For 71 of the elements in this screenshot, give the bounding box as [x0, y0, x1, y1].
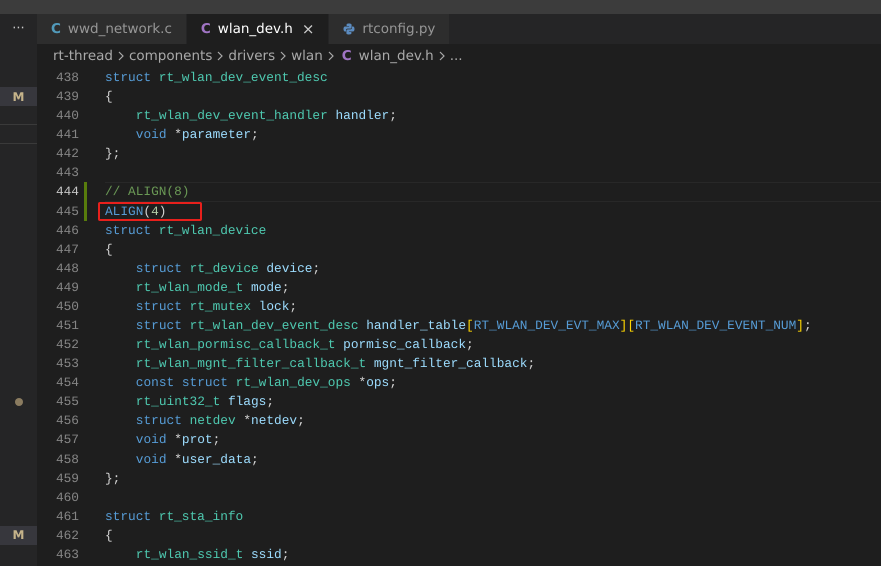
- breadcrumb-item[interactable]: ...: [450, 46, 463, 66]
- breadcrumb-item[interactable]: rt-thread: [53, 46, 113, 66]
- line-number: 461: [54, 508, 79, 526]
- line-number: 439: [54, 88, 79, 106]
- breadcrumb-item[interactable]: drivers: [228, 46, 276, 66]
- chevron-right-icon: [116, 51, 125, 61]
- code-line: rt_wlan_mgnt_filter_callback_t mgnt_filter_callback;: [136, 355, 536, 374]
- line-number: 441: [54, 126, 79, 144]
- code-line: rt_wlan_pormisc_callback_t pormisc_callback;: [136, 336, 475, 354]
- line-number: 458: [54, 450, 79, 469]
- line-number: 453: [54, 355, 79, 374]
- editor-tab[interactable]: rtconfig.py: [329, 14, 450, 44]
- modified-badge[interactable]: M: [0, 526, 37, 545]
- close-icon[interactable]: ×: [302, 18, 314, 40]
- line-number: 440: [54, 107, 79, 126]
- line-number: 456: [54, 412, 79, 430]
- code-line: void *user_data;: [136, 450, 260, 469]
- line-number: 460: [54, 488, 79, 507]
- code-line: const struct rt_wlan_dev_ops *ops;: [136, 374, 398, 392]
- code-line: void *prot;: [136, 431, 222, 450]
- code-line: struct rt_device device;: [136, 260, 322, 278]
- code-line: };: [105, 470, 122, 488]
- breadcrumb-item[interactable]: wlan: [291, 46, 323, 66]
- line-number: 452: [54, 336, 79, 354]
- code-line: struct rt_mutex lock;: [136, 298, 298, 316]
- code-line: {: [105, 88, 114, 106]
- code-line: struct rt_wlan_dev_event_desc: [105, 69, 329, 87]
- code-line: {: [105, 526, 114, 545]
- line-number: 454: [54, 374, 79, 392]
- code-line: struct rt_sta_info: [105, 508, 244, 526]
- line-number: 462: [54, 526, 79, 545]
- code-line: rt_uint32_t flags;: [136, 393, 276, 412]
- dot-icon: [14, 398, 22, 406]
- line-number: 448: [54, 260, 79, 278]
- code-line: struct netdev *netdev;: [136, 412, 306, 430]
- code-line: rt_wlan_mode_t mode;: [136, 278, 290, 297]
- code-line: rt_wlan_ssid_t ssid;: [136, 546, 290, 564]
- chevron-right-icon: [216, 51, 224, 61]
- more-actions-button[interactable]: ···: [0, 14, 37, 44]
- modified-badge[interactable]: M: [0, 87, 37, 106]
- line-number: 449: [54, 278, 79, 297]
- line-number: 450: [54, 298, 79, 316]
- line-number: 446: [54, 222, 79, 240]
- line-number: 445: [54, 202, 79, 221]
- editor-tab[interactable]: C wlan_dev.h ×: [186, 14, 330, 44]
- editor-tab[interactable]: C wwd_network.c: [37, 14, 187, 44]
- line-number: 438: [54, 69, 79, 87]
- code-line: struct rt_wlan_device: [105, 222, 268, 240]
- breadcrumb-item[interactable]: components: [128, 46, 212, 66]
- line-number: 442: [54, 145, 79, 164]
- chevron-right-icon: [279, 51, 288, 61]
- python-file-icon: [343, 23, 356, 35]
- line-number: 459: [54, 470, 79, 488]
- code-line: {: [105, 240, 114, 259]
- code-line: // ALIGN(8): [105, 183, 190, 202]
- line-number: 455: [54, 393, 79, 412]
- line-number: 447: [54, 240, 79, 259]
- line-number: 463: [54, 546, 79, 564]
- line-number: 444: [54, 183, 79, 202]
- line-number: 451: [54, 317, 79, 336]
- chevron-right-icon: [438, 51, 446, 61]
- code-line: rt_wlan_dev_event_handler handler;: [136, 107, 398, 126]
- c-file-icon: C: [342, 46, 352, 66]
- code-line: };: [105, 145, 122, 164]
- line-number: 443: [54, 164, 79, 182]
- breadcrumb-item[interactable]: wlan_dev.h: [358, 46, 434, 66]
- line-number: 457: [54, 431, 79, 450]
- chevron-right-icon: [326, 51, 335, 61]
- code-line: ALIGN(4): [105, 204, 166, 219]
- code-line: void *parameter;: [136, 126, 260, 144]
- code-line: struct rt_wlan_dev_event_desc handler_table[RT_WLAN_DEV_EVT_MAX][RT_WLAN_DEV_EVENT_NUM];: [136, 317, 813, 336]
